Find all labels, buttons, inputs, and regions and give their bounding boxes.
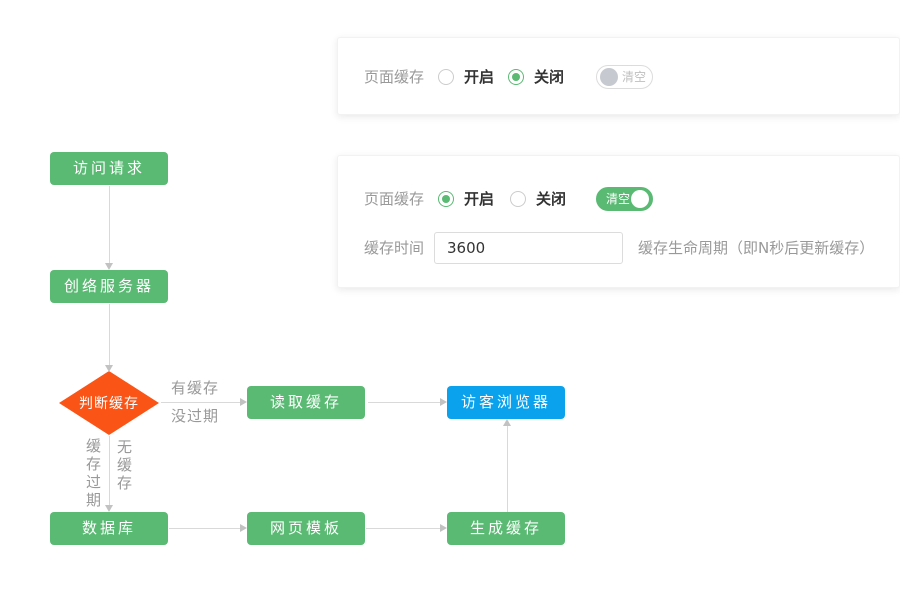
toggle-knob-icon	[600, 68, 618, 86]
connector-line	[368, 402, 441, 403]
arrow-down-icon	[105, 365, 113, 372]
clear-cache-toggle[interactable]: 清空	[596, 187, 653, 211]
connector-line	[507, 426, 508, 512]
arrow-right-icon	[440, 524, 447, 532]
radio-label: 开启	[464, 189, 494, 209]
arrow-up-icon	[503, 419, 511, 426]
radio-cache-off[interactable]: 关闭	[510, 189, 566, 209]
node-database: 数据库	[50, 512, 168, 545]
radio-cache-off[interactable]: 关闭	[508, 67, 564, 87]
radio-circle-icon	[510, 191, 526, 207]
connector-line	[366, 528, 441, 529]
radio-cache-on[interactable]: 开启	[438, 67, 494, 87]
node-visit-request: 访问请求	[50, 152, 168, 185]
edge-label-not-expired: 没过期	[171, 408, 219, 425]
arrow-right-icon	[440, 398, 447, 406]
arrow-down-icon	[105, 263, 113, 270]
radio-label: 关闭	[536, 189, 566, 209]
toggle-knob-icon	[631, 190, 649, 208]
cache-time-input[interactable]	[434, 232, 623, 264]
node-visitor-browser: 访客浏览器	[447, 386, 565, 419]
arrow-right-icon	[240, 398, 247, 406]
connector-line	[169, 528, 241, 529]
node-judge-cache: 判断缓存	[59, 371, 159, 435]
toggle-label: 清空	[622, 66, 646, 88]
edge-label-has-cache: 有缓存	[171, 380, 219, 397]
connector-line	[109, 436, 110, 506]
page-cache-label: 页面缓存	[364, 67, 424, 87]
edge-label-no-cache: 无缓存	[115, 439, 133, 493]
node-server: 创络服务器	[50, 270, 168, 303]
panel-page-cache-on: 页面缓存 开启 关闭 清空 缓存时间 缓存生命周期（即N秒后更新缓存）	[337, 155, 900, 288]
radio-cache-on[interactable]: 开启	[438, 189, 494, 209]
node-web-template: 网页模板	[247, 512, 365, 545]
node-generate-cache: 生成缓存	[447, 512, 565, 545]
radio-label: 开启	[464, 67, 494, 87]
panel-page-cache-off: 页面缓存 开启 关闭 清空	[337, 37, 900, 115]
connector-line	[109, 186, 110, 264]
clear-cache-toggle[interactable]: 清空	[596, 65, 653, 89]
radio-label: 关闭	[534, 67, 564, 87]
arrow-down-icon	[105, 505, 113, 512]
arrow-right-icon	[240, 524, 247, 532]
radio-circle-icon	[438, 191, 454, 207]
node-read-cache: 读取缓存	[247, 386, 365, 419]
radio-circle-icon	[508, 69, 524, 85]
radio-circle-icon	[438, 69, 454, 85]
cache-time-hint: 缓存生命周期（即N秒后更新缓存）	[638, 238, 874, 258]
page-cache-label: 页面缓存	[364, 189, 424, 209]
cache-time-label: 缓存时间	[364, 238, 424, 258]
connector-line	[161, 402, 241, 403]
edge-label-expired: 缓存过期	[84, 438, 102, 510]
connector-line	[109, 304, 110, 366]
toggle-label: 清空	[606, 188, 630, 210]
